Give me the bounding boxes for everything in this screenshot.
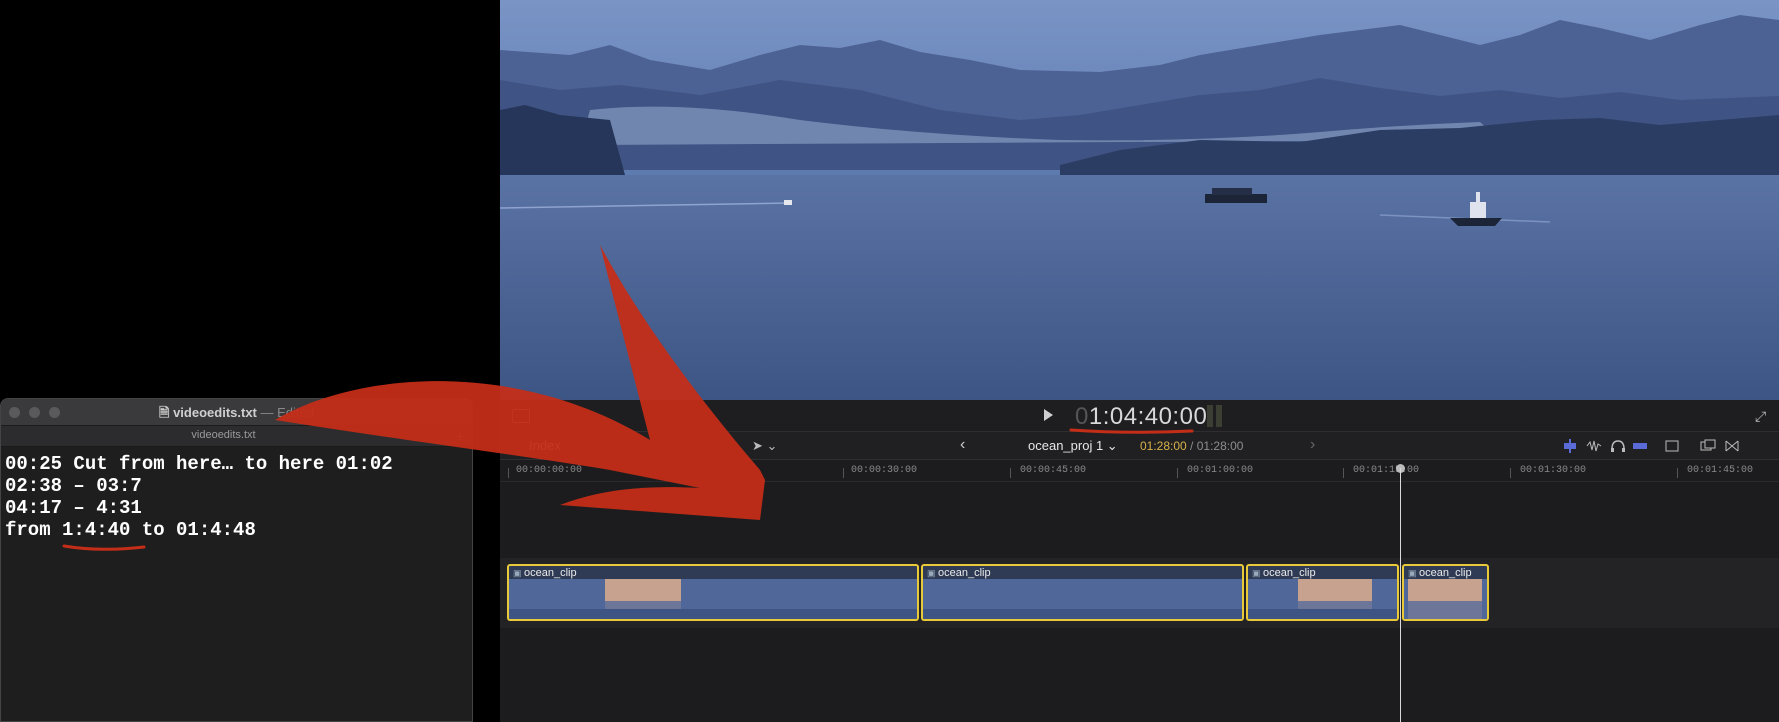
text-line: 04:17 – 4:31 xyxy=(5,497,142,519)
skimming-icon[interactable] xyxy=(1562,439,1578,453)
fcp-app: 01:04:40:00 ⤢ Index ➤ ⌄ ‹ ocean_proj 1 ⌄… xyxy=(500,400,1779,722)
clip-filmstrip xyxy=(509,579,917,619)
viewer-image xyxy=(500,0,1779,400)
clip-appearance-icon[interactable] xyxy=(1664,439,1680,453)
viewer-toolbar: 01:04:40:00 ⤢ xyxy=(500,400,1779,432)
text-line: 00:25 Cut from here… to here 01:02 xyxy=(5,453,393,475)
timeline-clip[interactable]: ocean_clip xyxy=(1246,564,1399,621)
textedit-window: 🗎 videoedits.txt — Edited videoedits.txt… xyxy=(0,398,473,722)
ruler-tick: 00:01:15:00 xyxy=(1353,465,1420,476)
playhead[interactable] xyxy=(1400,468,1401,722)
ruler-tick: 00:00:00:00 xyxy=(516,465,583,476)
effects-browser-icon[interactable] xyxy=(1700,439,1716,453)
ruler-tick: 00:01:30:00 xyxy=(1520,465,1587,476)
clip-filmstrip xyxy=(1404,579,1487,619)
clip-filmstrip xyxy=(1248,579,1397,619)
audio-meters xyxy=(1207,405,1227,427)
expand-icon[interactable]: ⤢ xyxy=(1755,409,1769,423)
timeline-ruler[interactable]: 00:00:00:00 00:00:30:00 00:00:45:00 00:0… xyxy=(500,460,1779,482)
window-title: 🗎 videoedits.txt — Edited xyxy=(1,404,472,426)
index-button[interactable]: Index xyxy=(500,432,590,460)
clip-label: ocean_clip xyxy=(1252,567,1316,579)
text-line: from 1:4:40 to 01:4:48 xyxy=(5,519,256,541)
clip-label: ocean_clip xyxy=(1408,567,1472,579)
text-line: 02:38 – 03:7 xyxy=(5,475,142,497)
audio-skimming-icon[interactable] xyxy=(1586,439,1602,453)
timeline-clip[interactable]: ocean_clip xyxy=(1402,564,1489,621)
document-icon: 🗎 xyxy=(159,405,174,420)
timeline-clip[interactable]: ocean_clip xyxy=(507,564,919,621)
play-icon[interactable] xyxy=(1044,409,1053,421)
new-tab-icon[interactable]: + xyxy=(456,428,464,444)
clip-filmstrip xyxy=(923,579,1242,619)
timecode-value: 1:04:40:00 xyxy=(1088,403,1208,430)
ruler-tick: 00:01:45:00 xyxy=(1687,465,1754,476)
document-text[interactable]: 00:25 Cut from here… to here 01:02 02:38 … xyxy=(5,453,393,541)
window-titlebar[interactable]: 🗎 videoedits.txt — Edited xyxy=(1,399,472,425)
tab-bar: videoedits.txt + xyxy=(1,425,472,447)
duration-separator: / xyxy=(1186,439,1197,453)
select-tool-icon[interactable]: ➤ ⌄ xyxy=(752,438,777,454)
project-duration: 01:28:00 / 01:28:00 xyxy=(1140,439,1243,453)
timeline-toolbar: Index ➤ ⌄ ‹ ocean_proj 1 ⌄ 01:28:00 / 01… xyxy=(500,432,1779,460)
window-title-status: — Edited xyxy=(260,405,314,420)
timecode-leading: 0 xyxy=(1075,403,1089,430)
ruler-tick: 00:00:30:00 xyxy=(851,465,918,476)
tab-videoedits[interactable]: videoedits.txt xyxy=(1,429,446,441)
headphones-icon[interactable] xyxy=(1610,439,1626,453)
duration-current: 01:28:00 xyxy=(1140,439,1187,453)
ruler-tick: 00:01:00:00 xyxy=(1187,465,1254,476)
forward-arrow-icon[interactable]: › xyxy=(1310,436,1315,454)
clip-label: ocean_clip xyxy=(927,567,991,579)
project-name[interactable]: ocean_proj 1 ⌄ xyxy=(1028,438,1118,454)
clip-label: ocean_clip xyxy=(513,567,577,579)
back-arrow-icon[interactable]: ‹ xyxy=(960,436,965,454)
transitions-browser-icon[interactable] xyxy=(1724,439,1740,453)
window-title-name: videoedits.txt xyxy=(173,405,257,420)
timeline-clip[interactable]: ocean_clip xyxy=(921,564,1244,621)
transform-icon[interactable] xyxy=(512,409,530,423)
snapping-icon[interactable] xyxy=(1632,439,1648,453)
duration-total: 01:28:00 xyxy=(1196,439,1244,453)
timecode-display[interactable]: 01:04:40:00 xyxy=(1075,403,1207,431)
ruler-tick: 00:00:45:00 xyxy=(1020,465,1087,476)
